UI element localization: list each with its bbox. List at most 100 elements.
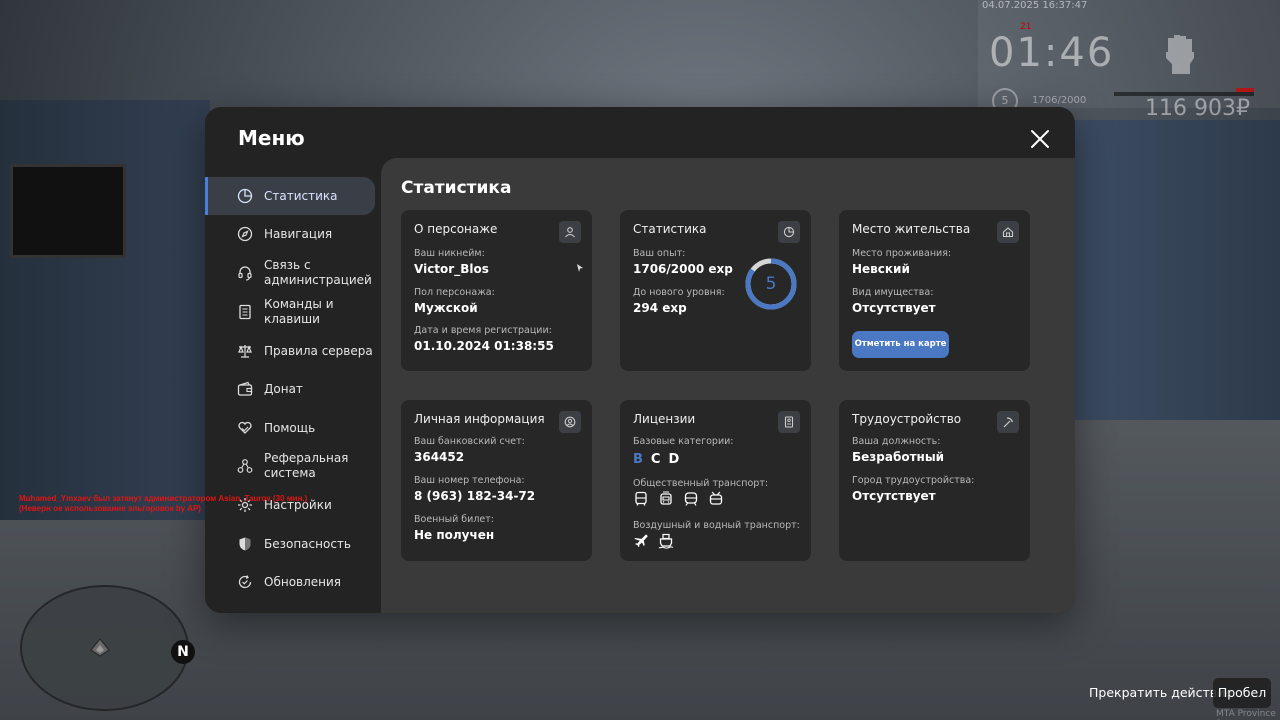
phone-value: 8 (963) 182-34-72 — [414, 489, 536, 503]
registration-value: 01.10.2024 01:38:55 — [414, 339, 554, 353]
wall-clock — [10, 164, 126, 258]
air-water-transport-label: Воздушный и водный транспорт: — [633, 520, 800, 531]
sidebar-item-referral[interactable]: Реферальная система — [205, 447, 375, 485]
position-value: Безработный — [852, 450, 945, 464]
page-title: Статистика — [401, 178, 512, 198]
nickname-label: Ваш никнейм: — [414, 248, 485, 259]
sidebar-item-label: Помощь — [264, 420, 316, 435]
sidebar: Статистика Навигация Связь с администрац… — [205, 175, 381, 613]
card-title: О персонаже — [414, 222, 498, 236]
sidebar-item-label: Реферальная система — [264, 451, 349, 480]
trolleybus-icon — [709, 491, 723, 505]
sidebar-item-rules[interactable]: Правила сервера — [205, 332, 375, 370]
stats-card: Статистика Ваш опыт: 1706/2000 exp До но… — [620, 210, 811, 371]
hud-money: 116 903₽ — [1145, 96, 1250, 121]
phone-label: Ваш номер телефона: — [414, 475, 525, 486]
property-label: Вид имущества: — [852, 287, 934, 298]
nickname-value: Victor_Blos — [414, 262, 489, 276]
military-value: Не получен — [414, 528, 495, 542]
pickaxe-icon — [1003, 417, 1014, 428]
sidebar-item-statistics[interactable]: Статистика — [205, 177, 375, 215]
card-title: Статистика — [633, 222, 707, 236]
sidebar-item-label: Донат — [264, 381, 303, 396]
train-icon — [684, 492, 698, 506]
employment-card: Трудоустройство Ваша должность: Безработ… — [839, 400, 1030, 561]
card-icon-box — [997, 411, 1019, 433]
sidebar-item-security[interactable]: Безопасность — [205, 525, 375, 563]
pie-chart-icon — [237, 188, 253, 204]
card-title: Место жительства — [852, 222, 971, 236]
player-arrow-icon — [90, 638, 110, 657]
base-categories-label: Базовые категории: — [633, 436, 734, 447]
close-icon[interactable] — [1030, 129, 1050, 149]
residence-card: Место жительства Место проживания: Невск… — [839, 210, 1030, 371]
gender-value: Мужской — [414, 301, 478, 315]
license-categories: BCD — [633, 452, 687, 467]
card-icon-box — [559, 411, 581, 433]
bank-value: 364452 — [414, 450, 465, 464]
sidebar-item-donate[interactable]: Донат — [205, 370, 375, 408]
sidebar-item-label: Обновления — [264, 574, 342, 589]
hud-health-fill — [1236, 88, 1254, 92]
employment-city-label: Город трудоустройства: — [852, 475, 975, 486]
ship-icon — [658, 533, 674, 549]
sidebar-item-label: Навигация — [264, 226, 333, 241]
card-title: Лицензии — [633, 412, 696, 426]
hud-datetime: 04.07.2025 16:37:47 — [982, 0, 1088, 11]
heart-hand-icon — [238, 421, 252, 434]
user-icon — [565, 227, 575, 238]
mark-on-map-button[interactable]: Отметить на карте — [852, 331, 949, 358]
public-transport-icons — [633, 491, 724, 507]
menu-window: Меню Статистика Навигация Связь с админи… — [205, 107, 1075, 613]
sidebar-item-admin-contact[interactable]: Связь с администрацией — [205, 254, 375, 292]
sidebar-item-updates[interactable]: Обновления — [205, 563, 375, 601]
position-label: Ваша должность: — [852, 436, 941, 447]
house-icon — [1002, 227, 1014, 238]
military-label: Военный билет: — [414, 514, 494, 525]
sidebar-item-navigation[interactable]: Навигация — [205, 215, 375, 253]
game-scene-window — [1070, 120, 1280, 420]
sidebar-item-label: Связь с администрацией — [264, 258, 372, 287]
exp-value: 1706/2000 exp — [633, 262, 733, 276]
shield-icon — [239, 537, 251, 551]
residence-place-label: Место проживания: — [852, 248, 952, 259]
network-icon — [237, 459, 253, 473]
menu-title: Меню — [238, 126, 305, 150]
bank-label: Ваш банковский счет: — [414, 436, 525, 447]
card-icon-box — [997, 221, 1019, 243]
license-category-d: D — [668, 452, 680, 467]
card-icon-box — [559, 221, 581, 243]
level-progress-ring: 5 — [744, 257, 798, 311]
sidebar-item-commands[interactable]: Команды и клавиши — [205, 293, 375, 331]
chat-message: Muhamed_Ymxaev был заткнут администратор… — [19, 494, 308, 513]
sidebar-item-label: Правила сервера — [264, 343, 373, 358]
north-indicator: N — [171, 640, 195, 664]
license-category-c: C — [650, 452, 661, 467]
wallet-icon — [237, 381, 253, 396]
licenses-card: Лицензии Базовые категории: BCD Обществе… — [620, 400, 811, 561]
air-water-transport-icons — [633, 533, 674, 549]
sidebar-item-help[interactable]: Помощь — [205, 409, 375, 447]
next-level-value: 294 exp — [633, 301, 687, 315]
next-level-label: До нового уровня: — [633, 287, 725, 298]
employment-city-value: Отсутствует — [852, 489, 936, 503]
tram-icon — [660, 491, 672, 505]
cancel-action-text: Прекратить действие — [1089, 685, 1233, 700]
gender-label: Пол персонажа: — [414, 287, 495, 298]
game-scene-wall — [0, 100, 210, 520]
card-title: Трудоустройство — [852, 412, 962, 426]
mouse-cursor-icon — [577, 264, 583, 272]
pie-chart-icon — [783, 226, 795, 238]
hud-exp: 1706/2000 — [1032, 95, 1087, 106]
scales-icon — [238, 345, 252, 358]
registration-label: Дата и время регистрации: — [414, 325, 552, 336]
plane-icon — [634, 534, 648, 547]
card-title: Личная информация — [414, 412, 545, 426]
user-circle-icon — [564, 416, 576, 428]
card-icon-box — [778, 411, 800, 433]
sidebar-item-label: Статистика — [264, 188, 338, 203]
property-value: Отсутствует — [852, 301, 936, 315]
space-key-button[interactable]: Пробел — [1213, 678, 1271, 708]
hud-time: 01:46 — [989, 30, 1115, 76]
sidebar-item-label: Безопасность — [264, 536, 351, 551]
